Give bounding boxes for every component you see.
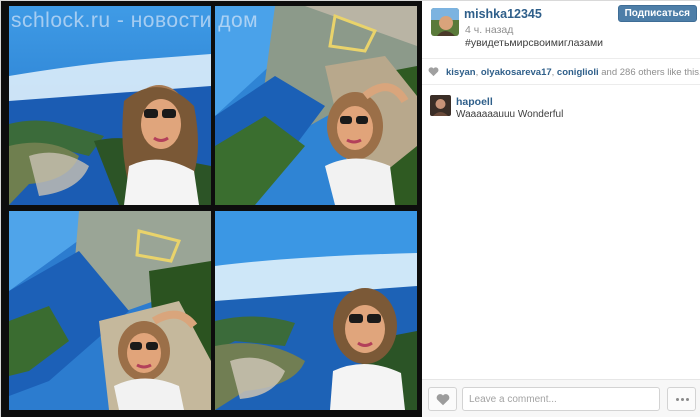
comment-text: Waaaaaauuu Wonderful (456, 109, 564, 120)
collage-photo-3 (9, 211, 211, 410)
liker-link[interactable]: kisyan (446, 67, 476, 78)
collage-photo-2 (215, 6, 417, 205)
liker-link[interactable]: olyakosareva17 (481, 67, 552, 78)
likes-others-count: 286 (619, 67, 636, 78)
ellipsis-icon (686, 398, 689, 401)
comment-input[interactable] (462, 387, 660, 411)
collage-photo-4 (215, 211, 417, 410)
likes-text: kisyan, olyakosareva17, coniglioli and 2… (446, 67, 700, 78)
post-timestamp[interactable]: 4 ч. назад (465, 24, 513, 36)
comment-item: hapoell Waaaaaauuu Wonderful (422, 91, 700, 125)
post-details: mishka12345 4 ч. назад #увидетьмирсвоими… (422, 1, 700, 417)
heart-icon (436, 394, 450, 406)
user-avatar[interactable] (431, 8, 459, 36)
ellipsis-icon (681, 398, 684, 401)
more-options-button[interactable] (667, 387, 696, 411)
post-header: mishka12345 4 ч. назад #увидетьмирсвоими… (422, 1, 700, 59)
post-caption[interactable]: #увидетьмирсвоимиглазами (465, 37, 603, 49)
ellipsis-icon (676, 398, 679, 401)
comment-composer (422, 379, 700, 417)
likes-bar: kisyan, olyakosareva17, coniglioli and 2… (422, 59, 700, 85)
likes-and: and (598, 67, 620, 78)
photo-collage[interactable]: schlock.ru - новости дом (1, 1, 422, 417)
collage-photo-1 (9, 6, 211, 205)
like-button[interactable] (428, 387, 457, 411)
commenter-avatar[interactable] (430, 95, 451, 116)
comment-username[interactable]: hapoell (456, 96, 493, 108)
follow-button[interactable]: Подписаться (617, 5, 697, 22)
likes-others-text: others like this. (635, 67, 700, 78)
heart-icon (428, 67, 439, 77)
post-username[interactable]: mishka12345 (464, 7, 542, 21)
liker-link[interactable]: coniglioli (557, 67, 599, 78)
post-modal: schlock.ru - новости дом mishka12345 4 ч… (0, 0, 700, 417)
